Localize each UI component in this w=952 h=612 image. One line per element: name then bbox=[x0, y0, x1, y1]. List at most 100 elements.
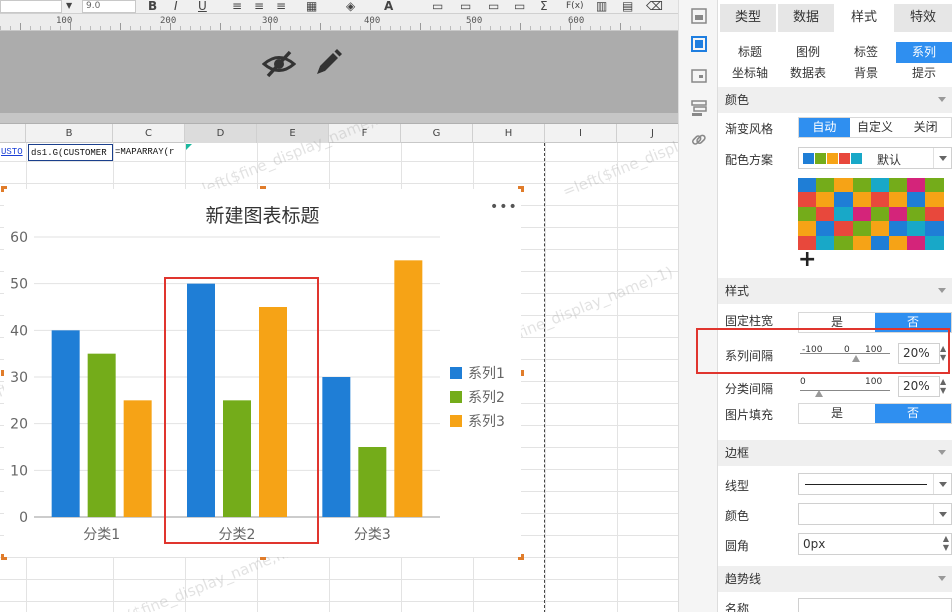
subtab-series[interactable]: 系列 bbox=[896, 42, 952, 63]
palette-swatch[interactable] bbox=[816, 221, 835, 236]
clear-icon[interactable]: ⌫ bbox=[646, 0, 663, 13]
column-header[interactable]: B bbox=[26, 124, 113, 143]
palette-swatch[interactable] bbox=[798, 178, 817, 193]
palette-swatch[interactable] bbox=[925, 206, 944, 222]
palette-swatch[interactable] bbox=[870, 235, 889, 250]
palette-swatch[interactable] bbox=[889, 235, 908, 250]
add-color-icon[interactable]: + bbox=[798, 247, 816, 272]
bold-icon[interactable]: B bbox=[148, 0, 157, 13]
pencil-icon[interactable] bbox=[312, 47, 344, 79]
color-scheme-select[interactable]: 默认 bbox=[798, 147, 952, 169]
section-header-style[interactable]: 样式 bbox=[718, 278, 952, 304]
fill-color-icon[interactable]: ◈ bbox=[346, 0, 355, 13]
section-header-border[interactable]: 边框 bbox=[718, 440, 952, 466]
font-size-select[interactable]: 9.0 bbox=[82, 0, 136, 13]
condition-icon[interactable] bbox=[689, 98, 709, 118]
column-header[interactable]: I bbox=[545, 124, 617, 143]
chart-attributes-icon[interactable] bbox=[689, 34, 709, 54]
underline-icon[interactable]: U bbox=[198, 0, 207, 13]
palette-swatch[interactable] bbox=[834, 178, 853, 193]
cell-element-icon[interactable] bbox=[689, 6, 709, 26]
bar-分类1-系列1[interactable] bbox=[51, 330, 80, 517]
format-painter-icon[interactable]: ▥ bbox=[596, 0, 607, 13]
palette-swatch[interactable] bbox=[852, 235, 871, 250]
italic-icon[interactable]: I bbox=[174, 0, 178, 13]
palette-swatch[interactable] bbox=[907, 206, 926, 222]
palette-swatch[interactable] bbox=[834, 235, 853, 250]
palette-swatch[interactable] bbox=[870, 192, 889, 207]
palette-swatch[interactable] bbox=[889, 221, 908, 236]
legend-item-series3[interactable]: 系列3 bbox=[450, 411, 505, 430]
subtab-title[interactable]: 标题 bbox=[722, 42, 778, 63]
palette-swatch[interactable] bbox=[925, 221, 944, 236]
palette-swatch[interactable] bbox=[852, 178, 871, 193]
bar-分类3-系列1[interactable] bbox=[322, 377, 351, 517]
bar-分类1-系列2[interactable] bbox=[87, 353, 116, 517]
palette-swatch[interactable] bbox=[834, 192, 853, 207]
gradient-off-option[interactable]: 关闭 bbox=[900, 118, 951, 137]
tab-data[interactable]: 数据 bbox=[778, 4, 834, 32]
spinner-icon[interactable]: ▲ ▼ bbox=[940, 377, 946, 395]
category-gap-thumb[interactable] bbox=[815, 390, 823, 397]
chart-icon[interactable]: ▭ bbox=[488, 0, 499, 13]
sum-icon[interactable]: Σ bbox=[540, 0, 548, 13]
palette-swatch[interactable] bbox=[907, 192, 926, 207]
trendline-name-input[interactable] bbox=[798, 598, 952, 612]
eye-hidden-icon[interactable] bbox=[262, 49, 296, 79]
palette-swatch[interactable] bbox=[889, 206, 908, 222]
column-header[interactable]: H bbox=[473, 124, 545, 143]
subtab-legend[interactable]: 图例 bbox=[780, 42, 836, 63]
align-left-icon[interactable]: ≡ bbox=[232, 0, 242, 13]
subtab-tooltip[interactable]: 提示 bbox=[896, 63, 952, 84]
section-header-color[interactable]: 颜色 bbox=[718, 87, 952, 113]
palette-swatch[interactable] bbox=[798, 192, 817, 207]
palette-swatch[interactable] bbox=[889, 192, 908, 207]
font-name-select[interactable] bbox=[0, 0, 62, 13]
palette-swatch[interactable] bbox=[907, 235, 926, 250]
palette-swatch[interactable] bbox=[852, 192, 871, 207]
spinner-icon[interactable]: ▲ ▼ bbox=[943, 534, 949, 552]
image-fill-yes[interactable]: 是 bbox=[799, 404, 875, 423]
subtab-axis[interactable]: 坐标轴 bbox=[722, 63, 778, 84]
chevron-down-icon[interactable]: ▼ bbox=[66, 0, 72, 13]
cell-a1[interactable]: USTO bbox=[1, 144, 26, 161]
palette-swatch[interactable] bbox=[870, 206, 889, 222]
function-icon[interactable]: F(x) bbox=[566, 0, 584, 13]
image-icon[interactable]: ▭ bbox=[460, 0, 471, 13]
align-right-icon[interactable]: ≡ bbox=[276, 0, 286, 13]
border-color-select[interactable] bbox=[798, 503, 952, 525]
subtab-background[interactable]: 背景 bbox=[838, 63, 894, 84]
subtab-label[interactable]: 标签 bbox=[838, 42, 894, 63]
palette-swatch[interactable] bbox=[889, 178, 908, 193]
bar-分类1-系列3[interactable] bbox=[123, 400, 152, 517]
gradient-custom-option[interactable]: 自定义 bbox=[850, 118, 901, 137]
hyperlink-icon[interactable] bbox=[689, 130, 709, 150]
align-center-icon[interactable]: ≡ bbox=[254, 0, 264, 13]
palette-swatch[interactable] bbox=[907, 221, 926, 236]
merge-icon[interactable]: ▤ bbox=[622, 0, 633, 13]
palette-swatch[interactable] bbox=[834, 206, 853, 222]
image-fill-no[interactable]: 否 bbox=[875, 404, 951, 423]
column-header[interactable]: D bbox=[185, 124, 257, 143]
category-gap-input[interactable]: 20% bbox=[898, 376, 940, 397]
palette-swatch[interactable] bbox=[816, 192, 835, 207]
palette-swatch[interactable] bbox=[925, 192, 944, 207]
font-color-icon[interactable]: A bbox=[384, 0, 393, 13]
palette-swatch[interactable] bbox=[925, 235, 944, 250]
palette-swatch[interactable] bbox=[798, 206, 817, 222]
border-icon[interactable]: ▦ bbox=[306, 0, 317, 13]
palette-swatch[interactable] bbox=[816, 206, 835, 222]
color-palette[interactable] bbox=[798, 178, 944, 250]
column-header[interactable]: C bbox=[113, 124, 185, 143]
cell-b1[interactable]: ds1.G(CUSTOMER bbox=[28, 144, 113, 161]
column-header-a[interactable] bbox=[0, 124, 26, 143]
palette-swatch[interactable] bbox=[870, 221, 889, 236]
tab-effects[interactable]: 特效 bbox=[894, 4, 952, 32]
corner-radius-input[interactable]: 0px ▲ ▼ bbox=[798, 533, 952, 555]
legend-item-series2[interactable]: 系列2 bbox=[450, 387, 505, 406]
palette-swatch[interactable] bbox=[852, 221, 871, 236]
palette-swatch[interactable] bbox=[925, 178, 944, 193]
line-type-select[interactable] bbox=[798, 473, 952, 495]
insert-row-icon[interactable]: ▭ bbox=[514, 0, 525, 13]
palette-swatch[interactable] bbox=[834, 221, 853, 236]
